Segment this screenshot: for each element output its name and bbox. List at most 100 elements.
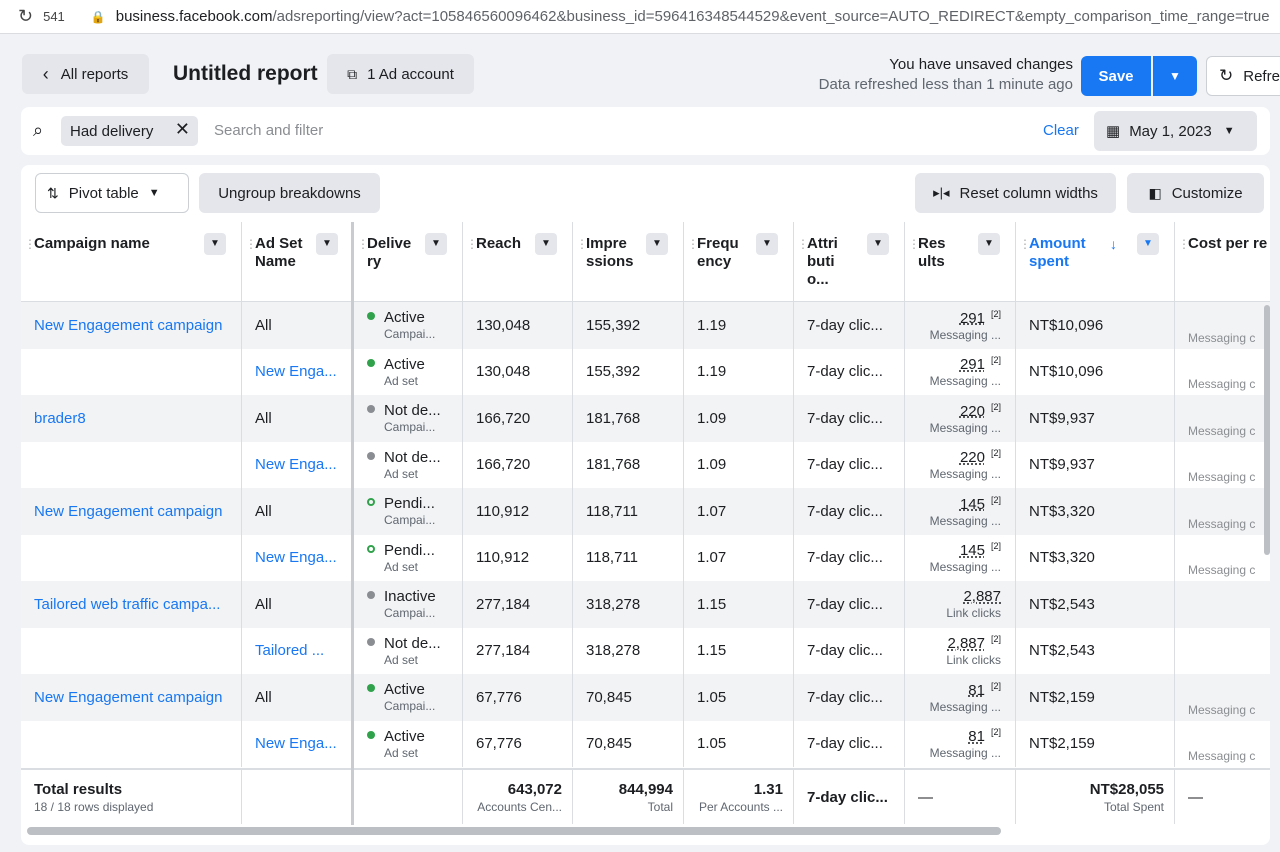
vertical-scrollbar[interactable] xyxy=(1264,305,1270,555)
column-menu-button[interactable]: ▼ xyxy=(316,233,338,255)
pinned-column-divider[interactable] xyxy=(351,222,354,825)
results-value[interactable]: 291 [2] xyxy=(960,355,1001,373)
drag-handle-icon[interactable]: ⋮ xyxy=(687,235,699,253)
results-cell[interactable]: 81 [2] Messaging ... xyxy=(905,674,1016,721)
ad-set-name-cell[interactable]: Tailored ... xyxy=(242,627,354,674)
results-value[interactable]: 2,887 xyxy=(963,588,1001,605)
ad-account-button[interactable]: ⧉ 1 Ad account xyxy=(327,54,474,94)
column-header-ad-set-name[interactable]: ⋮ Ad Set Name ▼ xyxy=(242,222,354,302)
column-header-campaign-name[interactable]: ⋮ Campaign name ▼ xyxy=(21,222,242,302)
results-type: Link clicks xyxy=(946,606,1001,621)
results-cell[interactable]: 81 [2] Messaging ... xyxy=(905,720,1016,767)
ad-set-link[interactable]: New Enga... xyxy=(255,456,353,473)
campaign-link[interactable]: New Engagement campaign xyxy=(34,689,241,706)
column-menu-button[interactable]: ▼ xyxy=(646,233,668,255)
page-title[interactable]: Untitled report xyxy=(173,62,318,86)
column-header-delivery[interactable]: ⋮ Delive ry ▼ xyxy=(354,222,463,302)
address-field[interactable]: business.facebook.com/adsreporting/view?… xyxy=(116,8,1270,25)
ungroup-breakdowns-button[interactable]: Ungroup breakdowns xyxy=(199,173,380,213)
ad-set-link[interactable]: New Enga... xyxy=(255,735,353,752)
save-button[interactable]: Save xyxy=(1081,56,1151,96)
column-header-results[interactable]: ⋮ Res ults ▼ xyxy=(905,222,1016,302)
drag-handle-icon[interactable]: ⋮ xyxy=(245,235,257,253)
campaign-name-cell[interactable]: Tailored web traffic campa... xyxy=(21,581,242,628)
drag-handle-icon[interactable]: ⋮ xyxy=(1178,235,1190,253)
column-header-reach[interactable]: ⋮ Reach ▼ xyxy=(463,222,573,302)
results-value[interactable]: 220 [2] xyxy=(960,402,1001,420)
lock-icon[interactable]: 🔒 xyxy=(91,10,106,24)
attribution-value: 7-day clic... xyxy=(807,456,883,474)
column-header-impressions[interactable]: ⋮ Impre ssions ▼ xyxy=(573,222,684,302)
impressions-cell: 181,768 xyxy=(573,441,684,488)
refresh-button[interactable]: ↻ Refre xyxy=(1206,56,1280,96)
drag-handle-icon[interactable]: ⋮ xyxy=(908,235,920,253)
results-value[interactable]: 145 [2] xyxy=(960,495,1001,513)
column-header-cost-per-result[interactable]: ⋮ Cost per re xyxy=(1175,222,1270,302)
ad-set-name-cell[interactable]: New Enga... xyxy=(242,534,354,581)
column-menu-button[interactable]: ▼ xyxy=(867,233,889,255)
results-cell[interactable]: 291 [2] Messaging ... xyxy=(905,348,1016,395)
drag-handle-icon[interactable]: ⋮ xyxy=(357,235,369,253)
ad-set-link[interactable]: New Enga... xyxy=(255,363,353,380)
campaign-link[interactable]: New Engagement campaign xyxy=(34,503,241,520)
pivot-table-button[interactable]: ⇅ Pivot table ▼ xyxy=(35,173,189,213)
cost-per-result-type: Messaging c xyxy=(1188,702,1256,717)
drag-handle-icon[interactable]: ⋮ xyxy=(797,235,809,253)
ad-set-name-cell: All xyxy=(242,488,354,535)
column-header-attribution[interactable]: ⋮ Attri buti o... ▼ xyxy=(794,222,905,302)
total-impressions-value: 844,994 xyxy=(618,780,673,798)
column-menu-button[interactable]: ▼ xyxy=(425,233,447,255)
column-menu-button[interactable]: ▼ xyxy=(978,233,1000,255)
column-menu-button[interactable]: ▼ xyxy=(204,233,226,255)
results-cell[interactable]: 220 [2] Messaging ... xyxy=(905,395,1016,442)
filter-chip[interactable]: Had delivery ✕ xyxy=(61,116,198,146)
campaign-name-cell[interactable]: New Engagement campaign xyxy=(21,488,242,535)
column-header-frequency[interactable]: ⋮ Frequ ency ▼ xyxy=(684,222,794,302)
results-value[interactable]: 81 [2] xyxy=(968,727,1001,745)
campaign-name-cell[interactable]: New Engagement campaign xyxy=(21,674,242,721)
clear-link[interactable]: Clear xyxy=(1043,122,1079,139)
horizontal-scrollbar[interactable] xyxy=(27,827,1001,835)
results-cell[interactable]: 145 [2] Messaging ... xyxy=(905,534,1016,581)
results-cell[interactable]: 2,887 Link clicks xyxy=(905,581,1016,628)
ad-set-name-cell[interactable]: New Enga... xyxy=(242,441,354,488)
ad-set-link[interactable]: New Enga... xyxy=(255,549,353,566)
results-value[interactable]: 2,887 [2] xyxy=(947,634,1001,652)
results-value[interactable]: 220 [2] xyxy=(960,448,1001,466)
attribution-value: 7-day clic... xyxy=(807,595,883,613)
date-range-button[interactable]: ▦ May 1, 2023 ▼ xyxy=(1094,111,1257,151)
campaign-link[interactable]: Tailored web traffic campa... xyxy=(34,596,241,613)
campaign-link[interactable]: brader8 xyxy=(34,410,241,427)
search-input[interactable]: Search and filter xyxy=(214,122,323,139)
campaign-name-cell[interactable]: New Engagement campaign xyxy=(21,302,242,349)
campaign-name-cell[interactable]: brader8 xyxy=(21,395,242,442)
delivery-cell: Pendi... Campai... xyxy=(354,488,463,535)
reload-icon[interactable]: ↻ xyxy=(18,6,33,27)
close-icon[interactable]: ✕ xyxy=(175,119,190,140)
results-cell[interactable]: 220 [2] Messaging ... xyxy=(905,441,1016,488)
campaign-link[interactable]: New Engagement campaign xyxy=(34,317,241,334)
save-options-button[interactable]: ▼ xyxy=(1153,56,1197,96)
all-reports-button[interactable]: ‹ All reports xyxy=(22,54,149,94)
ad-set-link[interactable]: Tailored ... xyxy=(255,642,353,659)
results-cell[interactable]: 145 [2] Messaging ... xyxy=(905,488,1016,535)
results-cell[interactable]: 2,887 [2] Link clicks xyxy=(905,627,1016,674)
drag-handle-icon[interactable]: ⋮ xyxy=(24,235,36,253)
results-value[interactable]: 291 [2] xyxy=(960,309,1001,327)
column-header-amount-spent[interactable]: ⋮ Amount spent ↓ ▼ xyxy=(1016,222,1175,302)
column-menu-button[interactable]: ▼ xyxy=(1137,233,1159,255)
drag-handle-icon[interactable]: ⋮ xyxy=(466,235,478,253)
sort-desc-icon[interactable]: ↓ xyxy=(1110,235,1117,253)
results-cell[interactable]: 291 [2] Messaging ... xyxy=(905,302,1016,349)
drag-handle-icon[interactable]: ⋮ xyxy=(576,235,588,253)
reset-column-widths-button[interactable]: ▸|◂ Reset column widths xyxy=(915,173,1116,213)
ad-set-name-cell[interactable]: New Enga... xyxy=(242,720,354,767)
column-menu-button[interactable]: ▼ xyxy=(756,233,778,255)
ad-set-name-cell[interactable]: New Enga... xyxy=(242,348,354,395)
results-value[interactable]: 81 [2] xyxy=(968,681,1001,699)
reach-cell: 110,912 xyxy=(463,488,573,535)
results-value[interactable]: 145 [2] xyxy=(960,541,1001,559)
column-menu-button[interactable]: ▼ xyxy=(535,233,557,255)
customize-button[interactable]: ◧ Customize xyxy=(1127,173,1264,213)
drag-handle-icon[interactable]: ⋮ xyxy=(1019,235,1031,253)
